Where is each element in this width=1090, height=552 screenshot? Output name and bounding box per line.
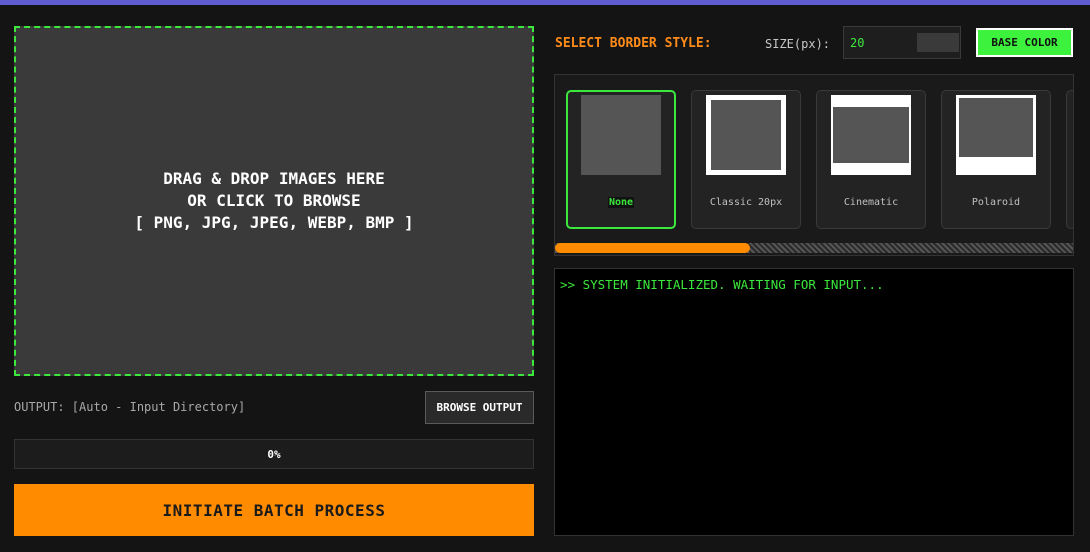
base-color-button[interactable]: BASE COLOR — [976, 28, 1073, 57]
style-preview-classic — [706, 95, 786, 175]
styles-scrollbar[interactable] — [555, 243, 1073, 253]
browse-output-button[interactable]: BROWSE OUTPUT — [425, 391, 534, 424]
style-card-classic[interactable]: Classic 20px — [691, 90, 801, 229]
style-card-next-partial[interactable] — [1066, 90, 1073, 229]
style-preview-cinematic — [831, 95, 911, 175]
style-preview-none — [581, 95, 661, 175]
output-directory-label: OUTPUT: [Auto - Input Directory] — [14, 400, 246, 414]
style-card-label: Polaroid — [971, 197, 1021, 208]
progress-bar: 0% — [14, 439, 534, 469]
image-dropzone[interactable]: DRAG & DROP IMAGES HERE OR CLICK TO BROW… — [14, 26, 534, 376]
dropzone-line-2: OR CLICK TO BROWSE — [187, 191, 361, 210]
style-card-label: None — [607, 197, 635, 208]
dropzone-formats: [ PNG, JPG, JPEG, WEBP, BMP ] — [134, 213, 414, 232]
log-console: >> SYSTEM INITIALIZED. WAITING FOR INPUT… — [554, 268, 1074, 536]
style-card-cinematic[interactable]: Cinematic — [816, 90, 926, 229]
size-spinner[interactable] — [917, 33, 959, 52]
style-card-polaroid[interactable]: Polaroid — [941, 90, 1051, 229]
top-accent-bar — [0, 0, 1090, 5]
size-label: SIZE(px): — [765, 37, 831, 51]
style-card-none[interactable]: None — [566, 90, 676, 229]
size-input[interactable] — [850, 34, 910, 52]
dropzone-line-1: DRAG & DROP IMAGES HERE — [163, 169, 385, 188]
style-preview-polaroid — [956, 95, 1036, 175]
border-styles-panel: None Classic 20px Cinematic Polaroid — [554, 74, 1074, 256]
size-field — [843, 26, 961, 59]
initiate-batch-process-button[interactable]: INITIATE BATCH PROCESS — [14, 484, 534, 536]
progress-text: 0% — [267, 447, 281, 461]
border-style-title: SELECT BORDER STYLE: — [555, 36, 712, 51]
style-card-label: Classic 20px — [709, 197, 783, 208]
styles-scrollbar-thumb[interactable] — [555, 243, 750, 253]
console-line: >> SYSTEM INITIALIZED. WAITING FOR INPUT… — [560, 277, 884, 292]
style-card-label: Cinematic — [843, 197, 899, 208]
